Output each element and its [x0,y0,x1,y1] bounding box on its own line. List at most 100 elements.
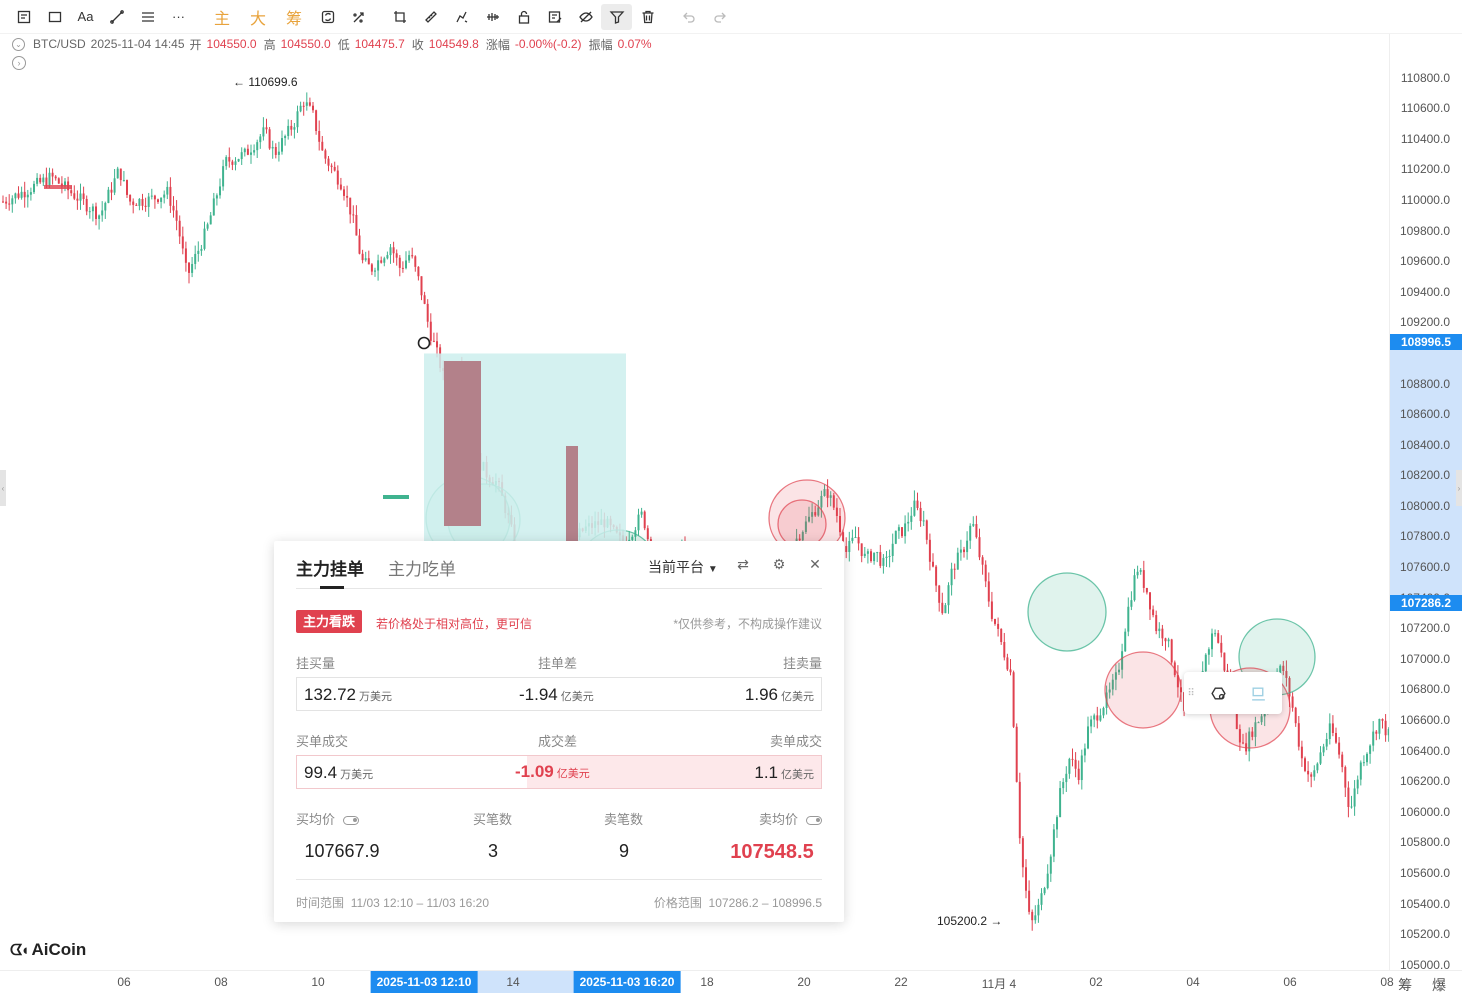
chart-style-icon[interactable] [1238,678,1278,708]
platform-dropdown[interactable]: 当前平台 ▼ [648,557,718,577]
candle-body [389,247,392,256]
collapse-icon[interactable]: ⌄ [12,37,25,51]
toggle-visibility-icon[interactable] [806,816,822,826]
edit-note-icon[interactable] [539,4,570,30]
price-tick-label: 110200.0 [1400,162,1450,177]
right-collapse-handle[interactable]: › [1456,470,1462,506]
candle-body [1359,762,1362,780]
swap-icon[interactable]: ⇄ [734,555,752,573]
line-icon[interactable] [101,4,132,30]
candle-body [928,539,931,562]
price-tick-label: 108800.0 [1399,376,1450,391]
redo-icon[interactable] [704,4,735,30]
measure-icon[interactable] [343,4,374,30]
tab-main-orders[interactable]: 主力挂单 [296,555,364,580]
price-axis[interactable]: 110800.0 110600.0 110400.0 110200.0 110000.0… [1389,34,1462,972]
candle-body [1052,829,1055,857]
main-force-button[interactable]: 主 [204,4,240,30]
ask-volume-number: 1.96 [744,685,778,704]
chip-button[interactable]: 筹 [276,4,312,30]
candle-body [215,195,218,199]
candle-body [1142,570,1145,588]
time-axis[interactable]: 06 08 10 14 18 20 22 11月 4 02 04 06 08 2025-11-03 1… [0,970,1462,996]
price-tick-label: 106800.0 [1399,682,1450,697]
candle-body [101,210,104,216]
candle-body [395,253,398,258]
price-tick-label: 108400.0 [1399,437,1450,452]
candle-body [885,556,888,558]
drag-handle-icon[interactable]: ⠿ [1184,688,1198,699]
text-icon[interactable]: Aa [70,4,101,30]
candle-body [259,136,262,143]
candle-body [646,528,649,540]
price-tick-label: 110800.0 [1400,70,1450,85]
time-tick-label: 20 [797,975,811,989]
chart-app: Aa ··· 主 大 筹 ⌄ BTC/USD 2025-11-04 14:45 … [0,0,1462,996]
time-range: 时间范围 11/03 12:10 – 11/03 16:20 [296,894,489,911]
candle-body [953,568,956,570]
menu-icon[interactable] [132,4,163,30]
candle-body [231,161,234,165]
candle-body [246,148,249,155]
crop-icon[interactable] [384,4,415,30]
big-order-button[interactable]: 大 [240,4,276,30]
symbol: BTC/USD [33,37,86,51]
candle-body [1353,788,1356,807]
axis-corner-buttons[interactable]: 筹 爆 [1398,975,1454,995]
candle-body [414,256,417,267]
expand-indicators-icon[interactable]: › [12,56,26,70]
candle-body [222,166,225,187]
magnet-icon[interactable] [446,4,477,30]
settings-shape-icon[interactable] [1198,678,1238,708]
candle-body [113,178,116,193]
candle-body [253,150,256,153]
time-range-label: 时间范围 [296,896,345,910]
buy-fills-number: 99.4 [304,763,338,782]
rectangle-icon[interactable] [39,4,70,30]
lock-icon[interactable] [508,4,539,30]
ruler-icon[interactable] [415,4,446,30]
tab-main-fills[interactable]: 主力吃单 [388,555,456,580]
candle-body [1310,774,1313,777]
candle-body [901,527,903,537]
candle-body [925,520,928,540]
candle-body [1313,770,1316,777]
replace-icon[interactable] [312,4,343,30]
low-label: 低 [337,37,350,52]
candle-body [237,159,240,162]
candle-body [873,552,876,562]
settings-icon[interactable]: ⚙ [770,555,788,573]
candle-body [296,111,299,128]
hide-icon[interactable] [570,4,601,30]
layout-icon[interactable] [8,4,39,30]
candle-body [935,566,938,586]
candle-body [23,191,26,198]
candle-body [240,152,243,160]
candle-body [420,276,423,296]
candle-body [268,129,271,149]
left-collapse-handle[interactable]: ‹ [0,470,6,506]
low-marker-value: 105200.2 [937,914,988,928]
close-icon[interactable]: ✕ [806,555,824,573]
more-icon[interactable]: ··· [163,4,194,30]
candle-body [987,581,990,602]
candle-body [405,260,407,269]
candle-body [1149,592,1151,610]
candle-body [91,206,94,212]
candle-body [277,151,280,155]
eraser-icon[interactable] [477,4,508,30]
undo-icon[interactable] [673,4,704,30]
candle-body [302,105,305,107]
candle-body [191,263,194,273]
candle-body [250,152,252,155]
candle-body [1294,707,1297,724]
candle-body [209,215,212,225]
candle-body [870,551,872,562]
avg-sell-price-header: 卖均价 [759,809,822,828]
trash-icon[interactable] [632,4,663,30]
toggle-visibility-icon[interactable] [343,816,360,826]
filter-icon[interactable] [601,3,632,30]
candle-body [225,157,228,167]
candle-body [1043,888,1046,894]
candle-body [1167,639,1170,642]
